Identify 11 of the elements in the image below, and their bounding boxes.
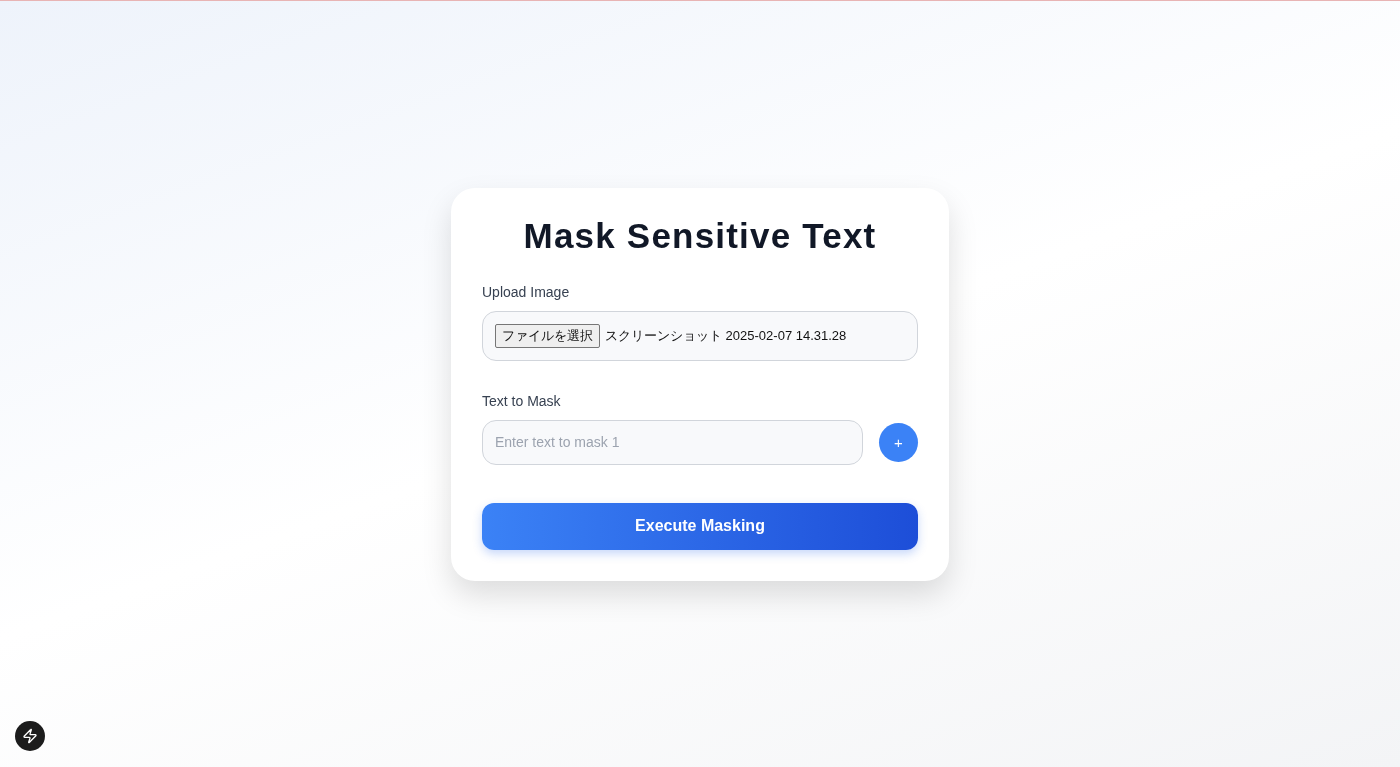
upload-label: Upload Image [482,283,571,300]
choose-file-button[interactable]: ファイルを選択 [495,323,600,348]
page-title: Mask Sensitive Text [522,215,878,256]
execute-button[interactable]: Execute Masking [482,502,918,550]
lightning-icon [22,728,38,744]
file-name: スクリーンショット 2025-02-07 14.31.28 [605,326,847,345]
add-button[interactable]: + [879,422,918,462]
mask-label: Text to Mask [482,392,562,409]
mask-text-field[interactable]: Enter text to mask 1 [482,419,863,465]
dev-tools-button[interactable] [15,721,45,751]
file-input[interactable]: ファイルを選択 スクリーンショット 2025-02-07 14.31.28 [482,310,918,361]
